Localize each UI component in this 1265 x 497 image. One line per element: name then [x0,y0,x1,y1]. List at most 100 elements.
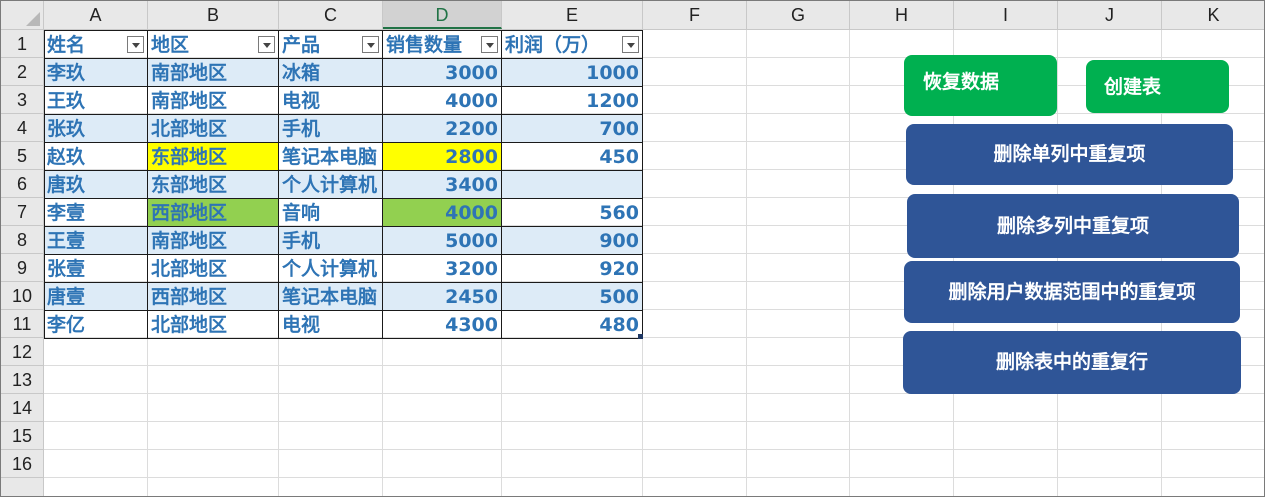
table-cell[interactable]: 音响 [279,199,383,227]
row-header[interactable]: 11 [1,310,43,338]
table-cell[interactable]: 李壹 [44,199,148,227]
table-cell[interactable]: 2450 [383,283,502,311]
remove-range-duplicates-button[interactable]: 删除用户数据范围中的重复项 [904,261,1240,323]
row-header[interactable]: 1 [1,30,43,58]
row-header[interactable]: 8 [1,226,43,254]
table-cell-highlighted[interactable]: 4000 [383,199,502,227]
table-header-cell[interactable]: 地区 [148,31,279,59]
table-cell[interactable]: 王玖 [44,87,148,115]
table-cell[interactable]: 赵玖 [44,143,148,171]
column-header-k[interactable]: K [1162,1,1264,29]
table-cell[interactable]: 笔记本电脑 [279,143,383,171]
row-header[interactable]: 16 [1,450,43,478]
row-header[interactable]: 3 [1,86,43,114]
row-header[interactable]: 5 [1,142,43,170]
table-cell[interactable]: 北部地区 [148,255,279,283]
table-cell[interactable]: 4000 [383,87,502,115]
create-table-button[interactable]: 创建表 [1086,60,1229,113]
table-cell[interactable]: 李玖 [44,59,148,87]
table-cell[interactable]: 李亿 [44,311,148,339]
table-cell[interactable]: 张玖 [44,115,148,143]
row-header[interactable]: 13 [1,366,43,394]
filter-dropdown-icon[interactable] [127,36,144,53]
row-header[interactable]: 15 [1,422,43,450]
column-header-a[interactable]: A [44,1,148,29]
column-header-c[interactable]: C [279,1,383,29]
table-cell[interactable]: 1000 [502,59,643,87]
filter-dropdown-icon[interactable] [258,36,275,53]
table-cell[interactable]: 冰箱 [279,59,383,87]
row-header[interactable]: 10 [1,282,43,310]
table-cell[interactable]: 张壹 [44,255,148,283]
table-cell[interactable]: 900 [502,227,643,255]
remove-multi-column-duplicates-button[interactable]: 删除多列中重复项 [907,194,1239,258]
table-cell-highlighted[interactable]: 西部地区 [148,199,279,227]
table-cell[interactable]: 手机 [279,227,383,255]
table-cell[interactable]: 笔记本电脑 [279,283,383,311]
table-header-cell[interactable]: 产品 [279,31,383,59]
column-header-b[interactable]: B [148,1,279,29]
row-header[interactable]: 4 [1,114,43,142]
remove-single-column-duplicates-button[interactable]: 删除单列中重复项 [906,124,1233,185]
table-cell[interactable]: 500 [502,283,643,311]
row-header[interactable]: 7 [1,198,43,226]
table-cell[interactable]: 南部地区 [148,227,279,255]
filter-dropdown-icon[interactable] [622,36,639,53]
row-header[interactable]: 14 [1,394,43,422]
table-cell[interactable]: 3000 [383,59,502,87]
table-cell[interactable]: 个人计算机 [279,171,383,199]
table-cell[interactable]: 北部地区 [148,115,279,143]
table-cell[interactable]: 3400 [383,171,502,199]
table-cell[interactable]: 唐壹 [44,283,148,311]
table-header-cell[interactable]: 利润（万） [502,31,643,59]
column-header-i[interactable]: I [954,1,1058,29]
table-cell[interactable]: 920 [502,255,643,283]
table-cell[interactable]: 南部地区 [148,59,279,87]
table-cell[interactable]: 北部地区 [148,311,279,339]
select-all-corner[interactable] [1,1,44,30]
row-header[interactable]: 12 [1,338,43,366]
table-cell-highlighted[interactable]: 东部地区 [148,143,279,171]
column-header-f[interactable]: F [643,1,747,29]
table-cell[interactable]: 个人计算机 [279,255,383,283]
table-cell[interactable]: 手机 [279,115,383,143]
table-header-cell[interactable]: 姓名 [44,31,148,59]
table-header-cell[interactable]: 销售数量 [383,31,502,59]
table-cell[interactable]: 电视 [279,87,383,115]
table-cell[interactable]: 3200 [383,255,502,283]
table-cell[interactable]: 王壹 [44,227,148,255]
table-cell[interactable]: 南部地区 [148,87,279,115]
gridline [849,30,850,496]
table-cell[interactable]: 480 [502,311,643,339]
remove-table-duplicate-rows-button[interactable]: 删除表中的重复行 [903,331,1241,394]
filter-dropdown-icon[interactable] [481,36,498,53]
column-header-g[interactable]: G [747,1,850,29]
table-cell[interactable]: 唐玖 [44,171,148,199]
table-cell[interactable]: 4300 [383,311,502,339]
table-cell[interactable] [502,171,643,199]
table-cell[interactable]: 5000 [383,227,502,255]
table-cell[interactable]: 700 [502,115,643,143]
table-cell-highlighted[interactable]: 2800 [383,143,502,171]
header-profit-label: 利润（万） [505,34,601,56]
table-cell[interactable]: 450 [502,143,643,171]
table-cell[interactable]: 电视 [279,311,383,339]
column-header-h[interactable]: H [850,1,954,29]
restore-data-button[interactable]: 恢复数据 [904,55,1057,116]
row-header[interactable]: 9 [1,254,43,282]
filter-dropdown-icon[interactable] [362,36,379,53]
column-header-j[interactable]: J [1058,1,1162,29]
spreadsheet-window: A B C D E F G H I J K 1 2 3 4 5 6 7 8 9 … [0,0,1265,497]
table-cell[interactable]: 西部地区 [148,283,279,311]
table-cell[interactable]: 560 [502,199,643,227]
row-header[interactable]: 6 [1,170,43,198]
table-resize-handle[interactable] [638,334,643,339]
table-cell[interactable]: 2200 [383,115,502,143]
table-cell[interactable]: 1200 [502,87,643,115]
table-cell[interactable]: 东部地区 [148,171,279,199]
column-header-d[interactable]: D [383,1,502,29]
table-left-border [44,30,45,338]
header-name-label: 姓名 [47,34,86,56]
row-header[interactable]: 2 [1,58,43,86]
column-header-e[interactable]: E [502,1,643,29]
